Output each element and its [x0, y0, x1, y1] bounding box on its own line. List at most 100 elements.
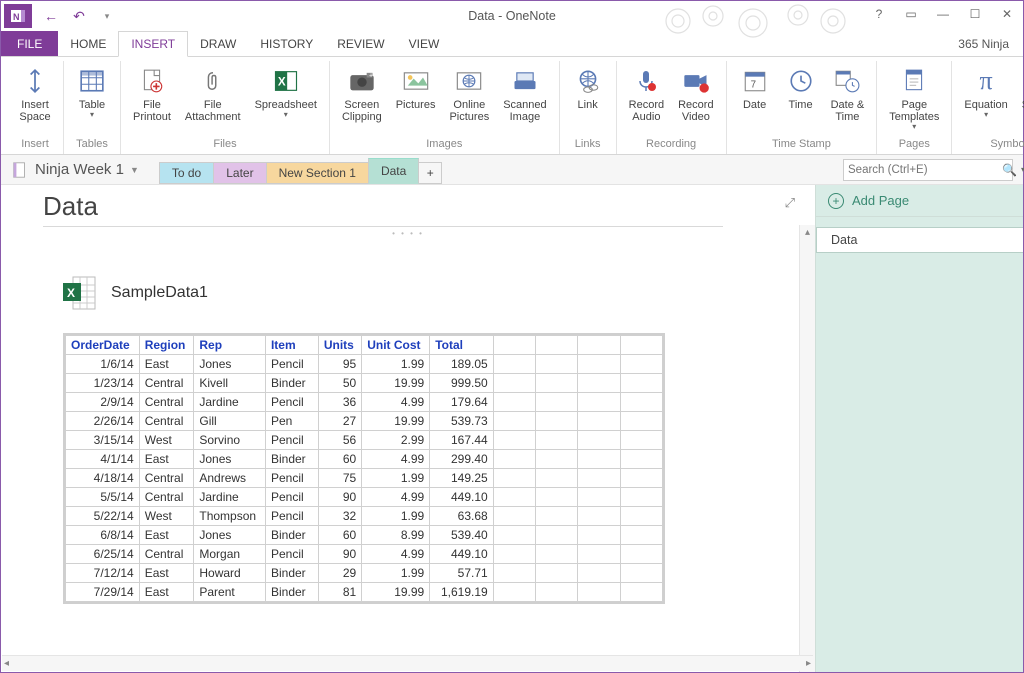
link-icon [572, 65, 604, 97]
table-row: 3/15/14WestSorvinoPencil562.99167.44 [66, 431, 663, 450]
data-table: OrderDateRegionRepItemUnitsUnit CostTota… [65, 335, 663, 602]
plus-icon: + [828, 193, 844, 209]
tab-draw[interactable]: DRAW [188, 31, 248, 56]
tab-view[interactable]: VIEW [397, 31, 452, 56]
excel-file-icon: X [63, 275, 97, 311]
pi-icon: π [970, 65, 1002, 97]
add-section-button[interactable]: + [418, 162, 442, 184]
resize-handle[interactable]: • • • • [392, 229, 424, 238]
equation-button[interactable]: π Equation ▾ [958, 61, 1013, 121]
table-header: Region [139, 336, 194, 355]
window-title: Data - OneNote [468, 9, 556, 23]
scanned-image-button[interactable]: Scanned Image [497, 61, 552, 125]
section-tab-data[interactable]: Data [368, 158, 419, 184]
chevron-down-icon: ▾ [984, 111, 988, 119]
table-icon [76, 65, 108, 97]
spreadsheet-button[interactable]: X Spreadsheet ▾ [249, 61, 323, 125]
file-printout-button[interactable]: File Printout [127, 61, 177, 125]
record-video-button[interactable]: Record Video [672, 61, 719, 125]
clock-icon [785, 65, 817, 97]
online-pictures-button[interactable]: Online Pictures [443, 61, 495, 125]
pictures-icon [400, 65, 432, 97]
table-row: 7/29/14EastParentBinder8119.991,619.19 [66, 583, 663, 602]
table-header [535, 336, 577, 355]
file-attachment-button[interactable]: File Attachment [179, 61, 247, 125]
table-row: 5/5/14CentralJardinePencil904.99449.10 [66, 488, 663, 507]
tab-home[interactable]: HOME [58, 31, 118, 56]
chevron-down-icon: ▼ [130, 165, 139, 175]
table-button[interactable]: Table ▾ [70, 61, 114, 121]
tab-file[interactable]: FILE [1, 31, 58, 56]
table-header: Unit Cost [362, 336, 430, 355]
embedded-spreadsheet[interactable]: OrderDateRegionRepItemUnitsUnit CostTota… [63, 333, 665, 604]
symbol-button[interactable]: Ω Symbol ▾ [1016, 61, 1024, 121]
table-header: Rep [194, 336, 266, 355]
page-title[interactable]: Data [43, 191, 723, 227]
maximize-button[interactable]: ☐ [963, 4, 987, 24]
time-button[interactable]: Time [779, 61, 823, 125]
table-header [493, 336, 535, 355]
date-button[interactable]: 7 Date [733, 61, 777, 125]
search-box[interactable]: 🔍 ▾ [843, 159, 1013, 181]
file-printout-icon [136, 65, 168, 97]
minimize-button[interactable]: — [931, 4, 955, 24]
video-camera-icon [680, 65, 712, 97]
tab-insert[interactable]: INSERT [118, 31, 188, 57]
table-row: 5/22/14WestThompsonPencil321.9963.68 [66, 507, 663, 526]
ribbon-tabs: FILE HOME INSERT DRAW HISTORY REVIEW VIE… [1, 31, 1023, 57]
tab-review[interactable]: REVIEW [325, 31, 396, 56]
system-menu-button[interactable]: N [4, 4, 32, 28]
table-header [578, 336, 620, 355]
page-list-item[interactable]: Data [816, 227, 1023, 253]
microphone-icon [630, 65, 662, 97]
insert-space-button[interactable]: Insert Space [13, 61, 57, 125]
table-header: Units [318, 336, 361, 355]
ribbon-options-button[interactable]: ▭ [899, 4, 923, 24]
vertical-scrollbar[interactable]: ▴▾ [799, 225, 815, 672]
table-header: Total [430, 336, 493, 355]
chevron-down-icon: ▾ [284, 111, 288, 119]
account-label[interactable]: 365 Ninja [944, 31, 1023, 56]
main-area: Data ⤢ • • • • X SampleData1 OrderDateRe… [1, 185, 1023, 672]
close-button[interactable]: ✕ [995, 4, 1019, 24]
section-tab-new[interactable]: New Section 1 [266, 162, 369, 184]
record-audio-button[interactable]: Record Audio [623, 61, 670, 125]
link-button[interactable]: Link [566, 61, 610, 113]
horizontal-scrollbar[interactable]: ◂▸ [2, 655, 813, 671]
date-time-icon [831, 65, 863, 97]
screen-clipping-button[interactable]: + Screen Clipping [336, 61, 388, 125]
section-tabs: To do Later New Section 1 Data + [159, 156, 441, 184]
section-tab-todo[interactable]: To do [159, 162, 214, 184]
excel-icon: X [270, 65, 302, 97]
notebook-icon [11, 161, 29, 179]
table-row: 1/6/14EastJonesPencil951.99189.05 [66, 355, 663, 374]
page-canvas[interactable]: Data ⤢ • • • • X SampleData1 OrderDateRe… [1, 185, 815, 672]
qat-customize-button[interactable]: ▾ [94, 4, 120, 28]
page-template-icon [898, 65, 930, 97]
table-header [620, 336, 662, 355]
title-bar: N ← ↶ ▾ Data - OneNote ? ▭ — ☐ ✕ [1, 1, 1023, 31]
scanner-icon [509, 65, 541, 97]
help-button[interactable]: ? [867, 4, 891, 24]
section-tab-later[interactable]: Later [213, 162, 266, 184]
search-input[interactable] [848, 164, 1002, 176]
table-row: 2/26/14CentralGillPen2719.99539.73 [66, 412, 663, 431]
attachment-name: SampleData1 [111, 284, 208, 302]
expand-icon[interactable]: ⤢ [785, 195, 795, 211]
window-controls: ? ▭ — ☐ ✕ [867, 4, 1019, 24]
attachment-block[interactable]: X SampleData1 [63, 275, 815, 311]
pictures-button[interactable]: Pictures [390, 61, 442, 125]
svg-text:7: 7 [750, 80, 755, 91]
table-row: 2/9/14CentralJardinePencil364.99179.64 [66, 393, 663, 412]
page-templates-button[interactable]: Page Templates ▾ [883, 61, 945, 133]
date-time-button[interactable]: Date & Time [825, 61, 871, 125]
notebook-picker[interactable]: Ninja Week 1 ▼ [7, 161, 149, 179]
search-icon[interactable]: 🔍 [1002, 163, 1017, 177]
tab-history[interactable]: HISTORY [248, 31, 325, 56]
table-row: 4/18/14CentralAndrewsPencil751.99149.25 [66, 469, 663, 488]
online-pictures-icon [453, 65, 485, 97]
undo-button[interactable]: ↶ [66, 4, 92, 28]
back-button[interactable]: ← [38, 4, 64, 28]
paperclip-icon [197, 65, 229, 97]
add-page-button[interactable]: + Add Page [816, 185, 1023, 217]
